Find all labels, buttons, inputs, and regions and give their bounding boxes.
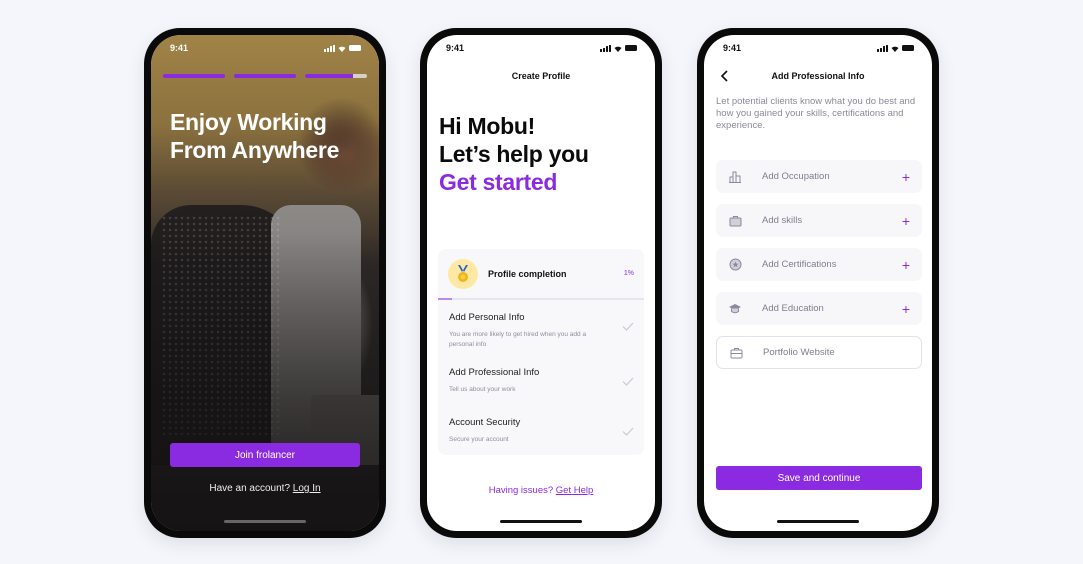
phone-onboarding: 9:41 Enjoy Working From Anywhere Join fr… xyxy=(144,28,386,538)
portfolio-website-input[interactable]: Portfolio Website xyxy=(716,336,922,369)
progress-segment xyxy=(305,74,367,78)
signal-icon xyxy=(600,44,611,52)
page-title: Add Professional Info xyxy=(771,71,865,81)
phone-create-profile: 9:41 Create Profile Hi Mobu! Let’s help … xyxy=(420,28,662,538)
battery-icon xyxy=(902,45,914,51)
battery-icon xyxy=(625,45,637,51)
professional-info-screen: 9:41 Add Professional Info Let potential… xyxy=(704,35,932,531)
profile-completion-header: Profile completion 1% xyxy=(438,249,644,300)
check-icon xyxy=(622,377,634,386)
add-education-field[interactable]: Add Education + xyxy=(716,292,922,325)
plus-icon[interactable]: + xyxy=(902,258,910,272)
badge-icon xyxy=(728,258,742,272)
page-description: Let potential clients know what you do b… xyxy=(716,96,916,131)
get-help-link[interactable]: Get Help xyxy=(556,485,594,496)
onboarding-screen: 9:41 Enjoy Working From Anywhere Join fr… xyxy=(151,35,379,531)
status-time: 9:41 xyxy=(446,43,465,53)
status-bar: 9:41 xyxy=(704,35,932,61)
check-icon xyxy=(622,322,634,331)
phone-professional-info: 9:41 Add Professional Info Let potential… xyxy=(697,28,939,538)
wifi-icon xyxy=(338,46,346,52)
medal-icon xyxy=(448,258,478,289)
home-indicator xyxy=(500,520,582,523)
plus-icon[interactable]: + xyxy=(902,302,910,316)
profile-completion-card: Profile completion 1% Add Personal Info … xyxy=(438,249,644,455)
status-bar: 9:41 xyxy=(151,35,379,61)
add-certifications-field[interactable]: Add Certifications + xyxy=(716,248,922,281)
battery-icon xyxy=(349,45,361,51)
progress-segment xyxy=(234,74,296,78)
status-bar: 9:41 xyxy=(427,35,655,61)
briefcase-icon xyxy=(729,346,743,360)
save-and-continue-button[interactable]: Save and continue xyxy=(716,466,922,490)
graduation-cap-icon xyxy=(728,302,742,316)
signal-icon xyxy=(877,44,888,52)
showcase-stage: 9:41 Enjoy Working From Anywhere Join fr… xyxy=(0,0,1083,564)
add-skills-field[interactable]: Add skills + xyxy=(716,204,922,237)
status-time: 9:41 xyxy=(170,43,189,53)
plus-icon[interactable]: + xyxy=(902,170,910,184)
greeting-heading: Hi Mobu! Let’s help you Get started xyxy=(439,113,589,195)
status-time: 9:41 xyxy=(723,43,742,53)
add-occupation-field[interactable]: Add Occupation + xyxy=(716,160,922,193)
login-prompt: Have an account? Log In xyxy=(209,483,321,494)
wifi-icon xyxy=(614,46,622,52)
home-indicator xyxy=(224,520,306,523)
page-title: Create Profile xyxy=(511,71,571,81)
create-profile-screen: 9:41 Create Profile Hi Mobu! Let’s help … xyxy=(427,35,655,531)
wifi-icon xyxy=(891,46,899,52)
help-prompt: Having issues? Get Help xyxy=(488,485,594,496)
login-link[interactable]: Log In xyxy=(293,483,321,494)
join-button[interactable]: Join frolancer xyxy=(170,443,360,467)
profile-completion-percent: 1% xyxy=(623,270,634,277)
check-icon xyxy=(622,427,634,436)
building-icon xyxy=(728,170,742,184)
plus-icon[interactable]: + xyxy=(902,214,910,228)
task-personal-info[interactable]: Add Personal Info You are more likely to… xyxy=(438,300,644,355)
hero-title: Enjoy Working From Anywhere xyxy=(170,109,340,163)
home-indicator xyxy=(777,520,859,523)
onboarding-progress xyxy=(163,74,367,78)
progress-segment xyxy=(163,74,225,78)
task-account-security[interactable]: Account Security Secure your account xyxy=(438,405,644,455)
signal-icon xyxy=(324,44,335,52)
task-professional-info[interactable]: Add Professional Info Tell us about your… xyxy=(438,355,644,405)
profile-completion-title: Profile completion xyxy=(488,268,567,279)
briefcase-icon xyxy=(728,214,742,228)
